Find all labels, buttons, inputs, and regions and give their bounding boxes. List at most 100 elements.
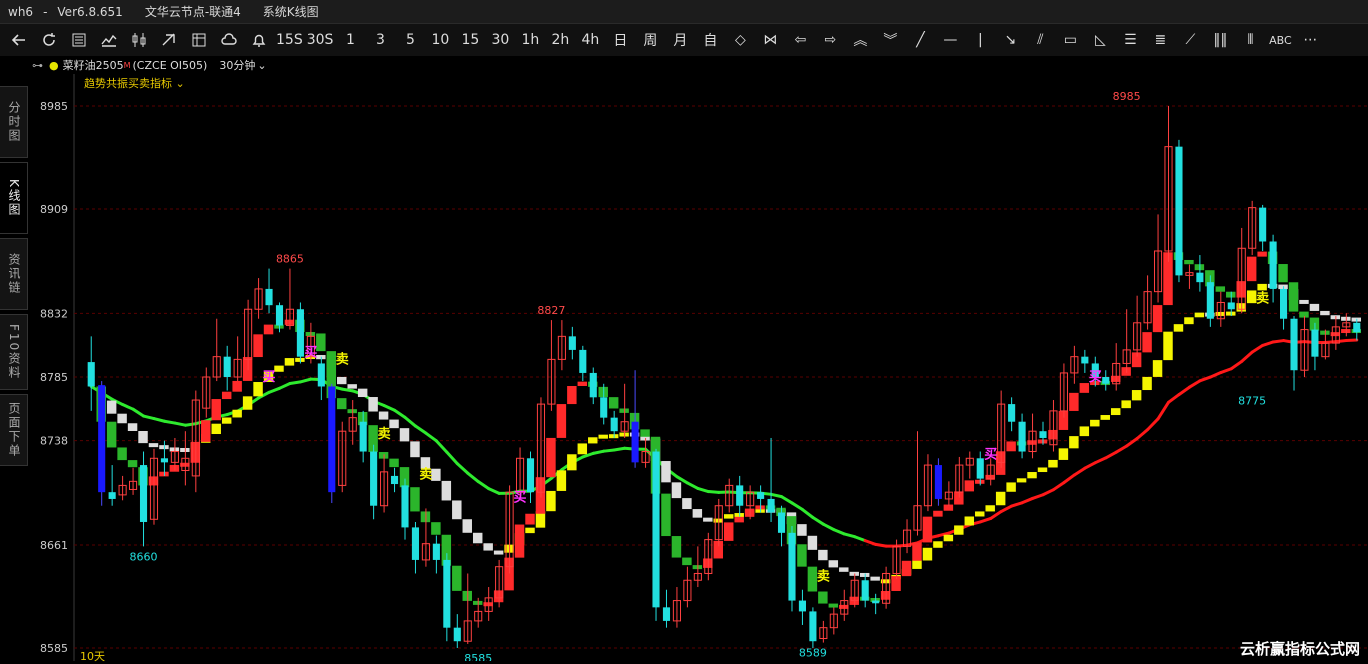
- chart-canvas[interactable]: 8985890988328785873886618585866088658585…: [28, 74, 1368, 661]
- period-button-2[interactable]: 1: [337, 27, 363, 53]
- refresh-icon[interactable]: [36, 27, 62, 53]
- period-button-3[interactable]: 3: [367, 27, 393, 53]
- bell-icon[interactable]: [246, 27, 272, 53]
- period-button-10[interactable]: 4h: [577, 27, 603, 53]
- line-chart-icon[interactable]: [96, 27, 122, 53]
- table-icon[interactable]: [66, 27, 92, 53]
- trend-line: [1074, 468, 1084, 475]
- double-up-icon[interactable]: ︽: [847, 27, 873, 53]
- link-icon[interactable]: ⊶: [32, 59, 43, 72]
- back-arrow-icon[interactable]: [6, 27, 32, 53]
- mid-ladder-block: [682, 498, 691, 509]
- diamond-icon[interactable]: ◇: [727, 27, 753, 53]
- candle-body: [977, 458, 984, 478]
- bars-dashed-icon[interactable]: ⦀: [1237, 27, 1263, 53]
- period-button-6[interactable]: 15: [457, 27, 483, 53]
- grid-icon[interactable]: [186, 27, 212, 53]
- fast-ladder-block: [693, 565, 702, 569]
- sidebar-tab-1[interactable]: K线图: [0, 162, 28, 234]
- period-button-12[interactable]: 周: [637, 27, 663, 53]
- double-down-icon[interactable]: ︾: [877, 27, 903, 53]
- chevron-down-icon[interactable]: ⌄: [257, 59, 266, 72]
- mid-ladder-block: [222, 417, 231, 423]
- vertical-line-icon[interactable]: |: [967, 27, 993, 53]
- trend-line: [164, 421, 174, 423]
- mid-ladder-block: [588, 437, 597, 443]
- signal-sell: 卖: [378, 426, 391, 442]
- period-button-9[interactable]: 2h: [547, 27, 573, 53]
- trend-line: [991, 512, 1001, 519]
- rectangle-icon[interactable]: ▭: [1057, 27, 1083, 53]
- fast-ladder-block: [578, 382, 587, 386]
- indicator-selector[interactable]: 趋势共振买卖指标 ⌄: [84, 75, 185, 91]
- sidebar-tab-3[interactable]: F10资料: [0, 314, 28, 390]
- period-button-14[interactable]: 自: [697, 27, 723, 53]
- period-button-7[interactable]: 30: [487, 27, 513, 53]
- mid-ladder-block: [1299, 300, 1308, 304]
- candle-body: [328, 386, 335, 492]
- triangle-icon[interactable]: ◺: [1087, 27, 1113, 53]
- mid-ladder-block: [1257, 284, 1266, 291]
- arrow-right-icon[interactable]: ⇨: [817, 27, 843, 53]
- period-button-4[interactable]: 5: [397, 27, 423, 53]
- zigzag-icon[interactable]: ⟋: [1177, 27, 1203, 53]
- slash-line-icon[interactable]: ╱: [907, 27, 933, 53]
- sidebar-tab-2[interactable]: 资讯链: [0, 238, 28, 310]
- candle-body: [1019, 422, 1026, 452]
- sidebar-tab-label: F10资料: [6, 324, 21, 380]
- period-button-0[interactable]: 15S: [276, 27, 303, 53]
- candle-body: [433, 544, 440, 560]
- mid-ladder-block: [546, 491, 555, 511]
- kline-chart[interactable]: 8985890988328785873886618585866088658585…: [28, 74, 1368, 661]
- period-button-5[interactable]: 10: [427, 27, 453, 53]
- cloud-icon[interactable]: [216, 27, 242, 53]
- price-annotation: 8660: [130, 550, 158, 563]
- period-button-1[interactable]: 30S: [307, 27, 334, 53]
- bars-icon[interactable]: ‖‖: [1207, 27, 1233, 53]
- signal-buy: 买: [514, 491, 527, 506]
- gann-icon[interactable]: ≣: [1147, 27, 1173, 53]
- bowtie-icon[interactable]: ⋈: [757, 27, 783, 53]
- horizontal-line-icon[interactable]: —: [937, 27, 963, 53]
- candle-body: [1196, 273, 1203, 282]
- watermark: 云析赢指标公式网: [1240, 638, 1360, 659]
- period-button-13[interactable]: 月: [667, 27, 693, 53]
- mid-ladder-block: [818, 550, 827, 560]
- candle-body: [1207, 282, 1214, 319]
- symbol-name[interactable]: 菜籽油2505: [63, 57, 124, 73]
- text-tool-button[interactable]: ABC: [1267, 27, 1293, 53]
- parallel-lines-icon[interactable]: ⫽: [1027, 27, 1053, 53]
- mid-ladder-block: [368, 397, 377, 411]
- period-selector[interactable]: 30分钟: [219, 57, 255, 73]
- mid-ladder-block: [128, 423, 137, 431]
- draw-icon[interactable]: [156, 27, 182, 53]
- period-button-8[interactable]: 1h: [517, 27, 543, 53]
- arrow-down-right-icon[interactable]: ↘: [997, 27, 1023, 53]
- fast-ladder-block: [222, 392, 231, 399]
- trend-line: [1116, 446, 1126, 452]
- trend-line: [834, 530, 844, 534]
- fast-ladder-block: [117, 447, 126, 460]
- candle-body: [736, 485, 743, 505]
- fast-ladder-block: [567, 386, 576, 404]
- trend-line: [1012, 503, 1022, 506]
- mid-ladder-block: [850, 572, 859, 576]
- trend-line: [415, 426, 425, 433]
- candle-body: [788, 533, 795, 601]
- arrow-left-icon[interactable]: ⇦: [787, 27, 813, 53]
- trend-line: [792, 503, 802, 510]
- fast-ladder-block: [1299, 312, 1308, 318]
- fibonacci-icon[interactable]: ☰: [1117, 27, 1143, 53]
- server-node[interactable]: 文华云节点-联通4: [145, 3, 241, 20]
- kline-icon[interactable]: [126, 27, 152, 53]
- sidebar-tab-4[interactable]: 页面下单: [0, 394, 28, 466]
- period-button-11[interactable]: 日: [607, 27, 633, 53]
- candle-body: [757, 492, 764, 499]
- fast-ladder-block: [264, 325, 273, 335]
- y-tick-label: 8661: [40, 539, 68, 552]
- mid-ladder-block: [1142, 377, 1151, 390]
- more-icon[interactable]: ⋯: [1297, 27, 1323, 53]
- sidebar-tab-0[interactable]: 分时图: [0, 86, 28, 158]
- fast-ladder-block: [923, 517, 932, 543]
- candle-body: [401, 485, 408, 527]
